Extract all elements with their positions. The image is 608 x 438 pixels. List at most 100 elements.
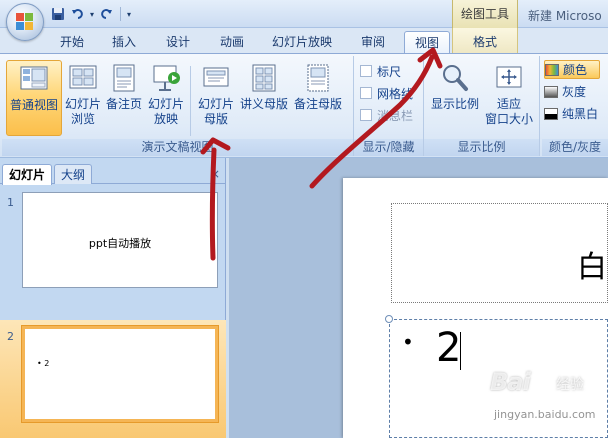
watermark-logo: Bai bbox=[490, 368, 531, 396]
save-icon[interactable] bbox=[50, 6, 66, 22]
watermark: Bai 经验 jingyan.baidu.com bbox=[490, 368, 608, 434]
presentation-views-group-label: 演示文稿视图 bbox=[2, 139, 353, 156]
normal-view-icon bbox=[18, 63, 50, 95]
color-group-label: 颜色/灰度 bbox=[542, 139, 608, 156]
grayscale-swatch-icon bbox=[544, 85, 558, 98]
slideshow-label-1: 幻灯片 bbox=[147, 97, 184, 111]
color-option[interactable]: 颜色 bbox=[544, 60, 600, 79]
body-text[interactable]: 2 bbox=[436, 324, 461, 372]
watermark-url: jingyan.baidu.com bbox=[494, 408, 596, 421]
text-caret bbox=[460, 332, 461, 370]
slide-sorter-icon bbox=[67, 62, 99, 94]
message-bar-checkbox[interactable]: 消息栏 bbox=[360, 106, 413, 124]
group-color-grayscale: 颜色 灰度 纯黑白 颜色/灰度 bbox=[542, 56, 608, 156]
title-text: 白 bbox=[577, 250, 607, 285]
undo-icon[interactable] bbox=[70, 6, 86, 22]
notes-page-button[interactable]: 备注页 bbox=[104, 60, 144, 136]
group-show-hide: 标尺 网格线 消息栏 显示/隐藏 bbox=[354, 56, 424, 156]
watermark-logo-cn: 经验 bbox=[556, 377, 584, 393]
black-white-swatch-icon bbox=[544, 107, 558, 120]
tab-home[interactable]: 开始 bbox=[52, 31, 92, 53]
black-white-label: 纯黑白 bbox=[562, 107, 599, 121]
title-placeholder[interactable]: 白 bbox=[391, 203, 608, 303]
slide-master-label-1: 幻灯片 bbox=[197, 97, 234, 111]
slideshow-icon bbox=[150, 62, 182, 94]
slide-thumbnail-2[interactable]: • 2 bbox=[22, 326, 218, 422]
tab-slides[interactable]: 幻灯片 bbox=[2, 164, 53, 185]
zoom-group-label: 显示比例 bbox=[424, 139, 539, 156]
context-tab-group-label: 绘图工具 bbox=[452, 0, 518, 28]
tab-review[interactable]: 审阅 bbox=[352, 31, 394, 53]
grayscale-label: 灰度 bbox=[562, 85, 587, 99]
handout-master-label: 讲义母版 bbox=[239, 97, 288, 111]
group-zoom: 显示比例 适应 窗口大小 显示比例 bbox=[424, 56, 540, 156]
slideshow-button[interactable]: 幻灯片 放映 bbox=[144, 60, 188, 136]
fit-to-window-label-1: 适应 bbox=[496, 97, 521, 111]
notes-master-icon bbox=[302, 62, 334, 94]
resize-handle[interactable] bbox=[385, 315, 393, 323]
color-label: 颜色 bbox=[563, 63, 588, 77]
slideshow-label-2: 放映 bbox=[153, 112, 178, 126]
tab-format[interactable]: 格式 bbox=[452, 28, 518, 53]
ribbon: 普通视图 幻灯片 浏览 备注页 幻灯片 放映 幻灯片 母版 讲义母版 备注母版 … bbox=[0, 53, 608, 158]
bullet-icon: • bbox=[402, 330, 414, 354]
zoom-button[interactable]: 显示比例 bbox=[428, 60, 482, 136]
redo-icon[interactable] bbox=[98, 6, 114, 22]
slides-pane: 幻灯片 大纲 × 1 ppt自动播放 2 • 2 bbox=[0, 158, 226, 438]
qat-separator bbox=[120, 7, 122, 21]
close-pane-icon[interactable]: × bbox=[210, 167, 220, 181]
slide-master-button[interactable]: 幻灯片 母版 bbox=[194, 60, 238, 136]
tab-outline[interactable]: 大纲 bbox=[54, 164, 93, 184]
notes-master-label: 备注母版 bbox=[293, 97, 342, 111]
zoom-label: 显示比例 bbox=[430, 97, 479, 111]
fit-to-window-button[interactable]: 适应 窗口大小 bbox=[482, 60, 536, 136]
slide-number-2: 2 bbox=[7, 330, 14, 343]
slide-2-content: • 2 bbox=[37, 359, 49, 368]
tab-view[interactable]: 视图 bbox=[404, 31, 450, 53]
slide-master-label-2: 母版 bbox=[203, 112, 228, 126]
ruler-checkbox[interactable]: 标尺 bbox=[360, 62, 401, 80]
tab-animations[interactable]: 动画 bbox=[210, 31, 254, 53]
black-white-option[interactable]: 纯黑白 bbox=[544, 104, 600, 123]
handout-master-button[interactable]: 讲义母版 bbox=[238, 60, 290, 136]
slide-2-text: 2 bbox=[44, 359, 50, 368]
quick-access-toolbar: ▾ ▾ bbox=[50, 4, 131, 24]
pane-tabs: 幻灯片 大纲 × bbox=[0, 162, 226, 185]
tab-insert[interactable]: 插入 bbox=[104, 31, 144, 53]
handout-master-icon bbox=[248, 62, 280, 94]
tab-design[interactable]: 设计 bbox=[158, 31, 198, 53]
normal-view-label: 普通视图 bbox=[9, 98, 58, 112]
color-swatch-icon bbox=[545, 63, 559, 76]
notes-master-button[interactable]: 备注母版 bbox=[290, 60, 346, 136]
slide-2-bullet: • bbox=[37, 359, 42, 368]
fit-to-window-icon bbox=[493, 62, 525, 94]
notes-page-label: 备注页 bbox=[105, 97, 142, 111]
slide-sorter-button[interactable]: 幻灯片 浏览 bbox=[62, 60, 104, 136]
undo-dropdown-icon[interactable]: ▾ bbox=[90, 10, 94, 19]
window-title: 新建 Microso bbox=[528, 9, 602, 23]
ribbon-tabs: 开始 插入 设计 动画 幻灯片放映 审阅 视图 格式 bbox=[0, 28, 608, 53]
gridlines-check-box[interactable] bbox=[360, 87, 372, 99]
gridlines-label: 网格线 bbox=[377, 86, 414, 101]
tab-slideshow[interactable]: 幻灯片放映 bbox=[264, 31, 340, 53]
fit-to-window-label-2: 窗口大小 bbox=[484, 112, 533, 126]
show-hide-group-label: 显示/隐藏 bbox=[354, 139, 423, 156]
message-bar-check-box[interactable] bbox=[360, 109, 372, 121]
ruler-label: 标尺 bbox=[377, 64, 402, 79]
notes-page-icon bbox=[108, 62, 140, 94]
magnifier-icon bbox=[439, 62, 471, 94]
group-divider bbox=[190, 66, 191, 136]
office-logo-icon bbox=[16, 13, 34, 31]
grayscale-option[interactable]: 灰度 bbox=[544, 82, 600, 101]
gridlines-checkbox[interactable]: 网格线 bbox=[360, 84, 413, 102]
office-button[interactable] bbox=[6, 3, 44, 41]
slide-sorter-label-2: 浏览 bbox=[70, 112, 95, 126]
slide-thumbnail-1[interactable]: ppt自动播放 bbox=[22, 192, 218, 288]
slide-1-text: ppt自动播放 bbox=[88, 237, 152, 250]
slide-number-1: 1 bbox=[7, 196, 14, 209]
ruler-check-box[interactable] bbox=[360, 65, 372, 77]
normal-view-button[interactable]: 普通视图 bbox=[6, 60, 62, 136]
slide-sorter-label-1: 幻灯片 bbox=[64, 97, 101, 111]
customize-icon[interactable]: ▾ bbox=[127, 10, 131, 19]
slide-master-icon bbox=[200, 62, 232, 94]
